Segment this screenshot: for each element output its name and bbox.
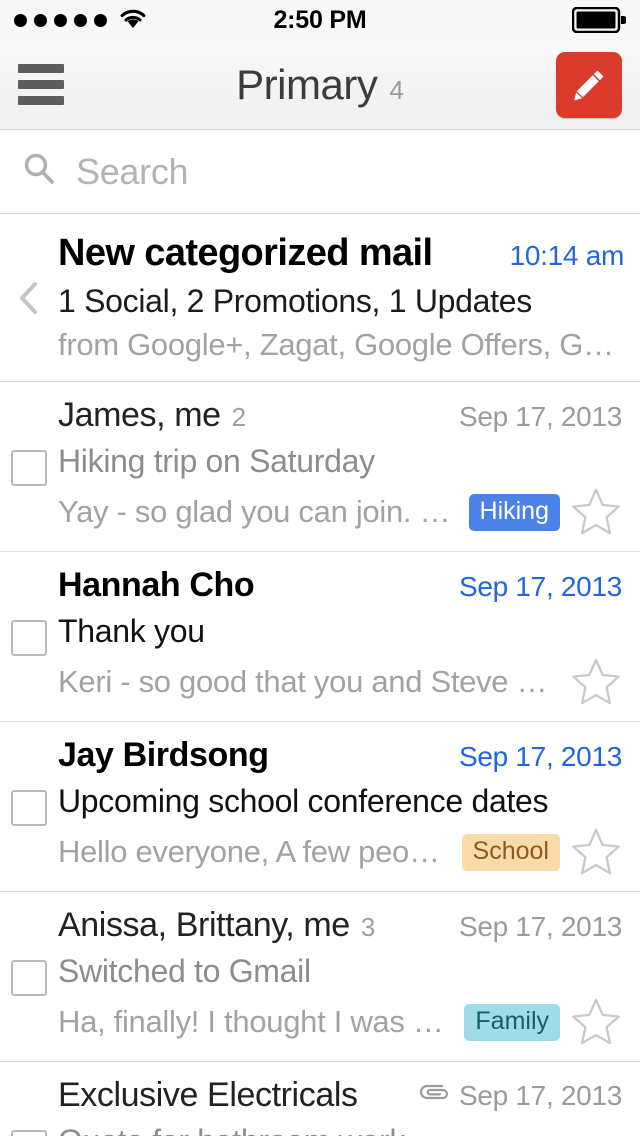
hamburger-menu-icon[interactable] — [18, 64, 64, 105]
attachment-paperclip-icon — [418, 1080, 450, 1111]
email-label-chip[interactable]: Family — [464, 1003, 560, 1041]
email-body: Hannah Cho Sep 17, 2013 Thank you Keri - so… — [58, 566, 624, 707]
compose-pencil-icon — [574, 70, 604, 100]
new-categorized-mail-body: New categorized mail 10:14 am 1 Social, … — [58, 232, 624, 363]
email-subject: Upcoming school conference dates — [58, 783, 549, 819]
email-row[interactable]: Hannah Cho Sep 17, 2013 Thank you Keri - so… — [0, 552, 640, 722]
email-sender: Exclusive Electricals — [58, 1076, 358, 1114]
email-subject: Quote for bathroom work — [58, 1123, 622, 1136]
promo-title: New categorized mail — [58, 232, 433, 274]
email-checkbox[interactable] — [11, 619, 47, 656]
email-meta: Sep 17, 2013 — [447, 571, 622, 603]
promo-senders: from Google+, Zagat, Google Offers, Goo… — [58, 327, 624, 362]
email-row[interactable]: Exclusive Electricals Sep 17, 2013 Quote f… — [0, 1062, 640, 1136]
email-header-line: Hannah Cho Sep 17, 2013 — [58, 566, 622, 605]
row-gutter — [0, 736, 58, 877]
search-bar[interactable]: Search — [0, 130, 640, 214]
email-row[interactable]: Jay Birdsong Sep 17, 2013 Upcoming school … — [0, 722, 640, 892]
status-bar: 2:50 PM — [0, 0, 640, 40]
email-row[interactable]: Anissa, Brittany, me 3 Sep 17, 2013 Switche… — [0, 892, 640, 1062]
email-date: Sep 17, 2013 — [459, 741, 622, 772]
email-checkbox[interactable] — [11, 959, 47, 996]
email-subject: Thank you — [58, 613, 205, 649]
email-meta: Sep 17, 2013 — [406, 1080, 622, 1112]
email-meta: Sep 17, 2013 — [447, 401, 622, 433]
search-icon — [22, 152, 56, 191]
unread-count: 4 — [389, 74, 404, 105]
email-meta: Sep 17, 2013 — [447, 741, 622, 773]
email-body: Exclusive Electricals Sep 17, 2013 Quote f… — [58, 1076, 624, 1136]
email-date: Sep 17, 2013 — [459, 911, 622, 942]
navigation-bar: Primary 4 — [0, 40, 640, 130]
star-outline-icon[interactable] — [570, 487, 622, 537]
page-title: Primary — [236, 60, 378, 108]
thread-message-count: 2 — [231, 402, 247, 432]
thread-message-count: 3 — [360, 912, 376, 942]
email-header-line: Jay Birdsong Sep 17, 2013 — [58, 736, 622, 775]
mail-list: New categorized mail 10:14 am 1 Social, … — [0, 214, 640, 1136]
row-gutter — [0, 1076, 58, 1136]
row-gutter — [0, 566, 58, 707]
email-sender: James, me — [58, 396, 221, 434]
email-snippet: Ha, finally! I thought I was going to… — [58, 1004, 454, 1039]
row-gutter — [0, 396, 58, 537]
email-subject: Switched to Gmail — [58, 953, 311, 989]
email-snippet: Yay - so glad you can join. We sho… — [58, 494, 459, 529]
row-gutter — [0, 906, 58, 1047]
email-body: Jay Birdsong Sep 17, 2013 Upcoming school … — [58, 736, 624, 877]
promo-summary: 1 Social, 2 Promotions, 1 Updates — [58, 283, 532, 319]
email-date: Sep 17, 2013 — [459, 401, 622, 432]
email-header-line: James, me 2 Sep 17, 2013 — [58, 396, 622, 435]
email-body: James, me 2 Sep 17, 2013 Hiking trip on Sat… — [58, 396, 624, 537]
email-header-line: Exclusive Electricals Sep 17, 2013 — [58, 1076, 622, 1115]
email-sender: Hannah Cho — [58, 566, 255, 604]
email-snippet-line: Yay - so glad you can join. We sho… Hikin… — [58, 487, 622, 537]
email-row[interactable]: James, me 2 Sep 17, 2013 Hiking trip on Sat… — [0, 382, 640, 552]
chevron-left-icon[interactable] — [0, 232, 58, 363]
email-checkbox[interactable] — [11, 789, 47, 826]
email-snippet: Keri - so good that you and Steve were a… — [58, 664, 560, 699]
email-snippet: Hello everyone, A few people hav… — [58, 834, 452, 869]
nav-title-group: Primary 4 — [0, 61, 640, 109]
email-snippet-line: Ha, finally! I thought I was going to… Fa… — [58, 997, 622, 1047]
email-rows-container: James, me 2 Sep 17, 2013 Hiking trip on Sat… — [0, 382, 640, 1136]
promo-timestamp: 10:14 am — [509, 240, 625, 271]
status-bar-time: 2:50 PM — [273, 5, 367, 34]
email-meta: Sep 17, 2013 — [447, 911, 622, 943]
email-sender: Anissa, Brittany, me — [58, 906, 350, 944]
email-snippet-line: Hello everyone, A few people hav… School — [58, 827, 622, 877]
email-date: Sep 17, 2013 — [459, 571, 622, 602]
compose-button[interactable] — [556, 51, 622, 118]
email-sender: Jay Birdsong — [58, 736, 269, 774]
email-snippet-line: Keri - so good that you and Steve were a… — [58, 657, 622, 707]
star-outline-icon[interactable] — [570, 997, 622, 1047]
new-categorized-mail-row[interactable]: New categorized mail 10:14 am 1 Social, … — [0, 214, 640, 382]
email-checkbox[interactable] — [11, 449, 47, 486]
promo-header-line: New categorized mail 10:14 am — [58, 232, 624, 275]
email-header-line: Anissa, Brittany, me 3 Sep 17, 2013 — [58, 906, 622, 945]
email-checkbox[interactable] — [11, 1129, 47, 1136]
star-outline-icon[interactable] — [570, 657, 622, 707]
star-outline-icon[interactable] — [570, 827, 622, 877]
email-date: Sep 17, 2013 — [459, 1079, 622, 1111]
email-label-chip[interactable]: Hiking — [468, 493, 560, 531]
search-input[interactable]: Search — [76, 151, 189, 193]
email-label-chip[interactable]: School — [461, 833, 560, 871]
email-subject: Hiking trip on Saturday — [58, 443, 375, 479]
email-body: Anissa, Brittany, me 3 Sep 17, 2013 Switche… — [58, 906, 624, 1047]
